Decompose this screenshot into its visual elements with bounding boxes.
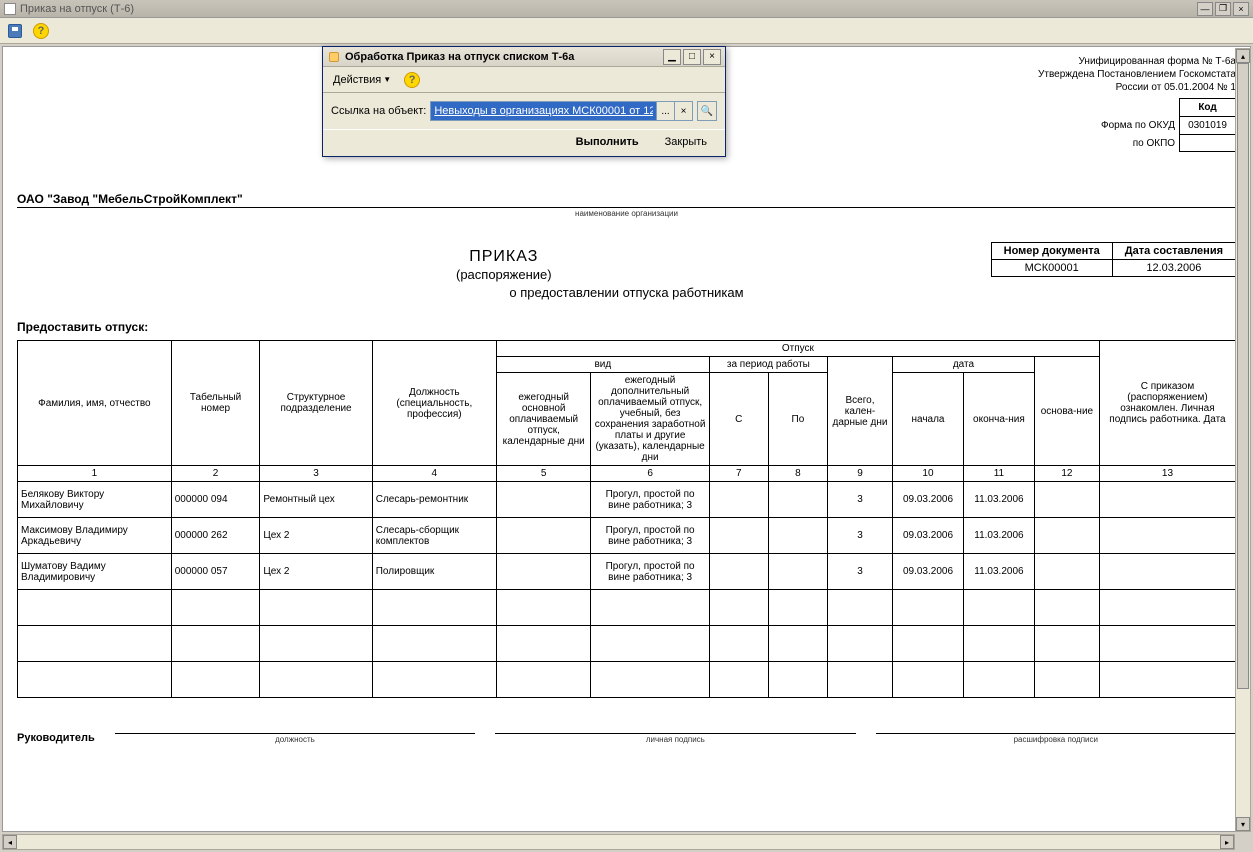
okud-label: Форма по ОКУД xyxy=(1093,117,1180,135)
dialog-footer: Выполнить Закрыть xyxy=(323,129,725,156)
th-period: за период работы xyxy=(709,357,827,373)
org-caption: наименование организации xyxy=(17,209,1236,218)
table-row: Максимову Владимиру Аркадьевичу000000 26… xyxy=(18,518,1236,554)
vertical-scrollbar[interactable]: ▴ ▾ xyxy=(1235,48,1251,832)
close-button[interactable]: Закрыть xyxy=(655,134,717,150)
horizontal-scrollbar[interactable]: ◂ ▸ xyxy=(2,834,1235,850)
dialog-maximize-button[interactable]: □ xyxy=(683,49,701,65)
dialog-icon xyxy=(327,50,341,64)
docnum-v2: 12.03.2006 xyxy=(1112,260,1235,277)
execute-button[interactable]: Выполнить xyxy=(566,134,649,150)
table-row xyxy=(18,626,1236,662)
app-icon xyxy=(4,3,16,15)
select-button[interactable]: ... xyxy=(656,102,674,120)
close-button[interactable]: × xyxy=(1233,2,1249,16)
processing-dialog: Обработка Приказ на отпуск списком Т-6а … xyxy=(322,46,726,157)
save-icon xyxy=(8,24,22,38)
docnum-h2: Дата составления xyxy=(1112,243,1235,260)
table-row: Шуматову Вадиму Владимировичу000000 057Ц… xyxy=(18,554,1236,590)
object-ref-input[interactable] xyxy=(431,102,656,120)
th-end: оконча-ния xyxy=(963,373,1034,466)
window-controls: — ❐ × xyxy=(1197,2,1249,16)
th-total: Всего, кален-дарные дни xyxy=(827,357,892,466)
th-to: По xyxy=(768,373,827,466)
main-table: Фамилия, имя, отчество Табельный номер С… xyxy=(17,340,1236,698)
grant-text: Предоставить отпуск: xyxy=(17,320,1236,334)
help-button[interactable]: ? xyxy=(30,20,52,42)
colnum-row: 12345678910111213 xyxy=(18,466,1236,482)
okpo-label: по ОКПО xyxy=(1093,135,1180,152)
main-toolbar: ? xyxy=(0,18,1253,44)
table-row xyxy=(18,662,1236,698)
org-underline xyxy=(17,207,1236,208)
object-ref-input-wrap: ... × xyxy=(430,101,693,121)
scroll-left-button[interactable]: ◂ xyxy=(3,835,17,849)
th-sign: С приказом (распоряжением) ознакомлен. Л… xyxy=(1099,341,1235,466)
okpo-value xyxy=(1180,135,1236,152)
minimize-button[interactable]: — xyxy=(1197,2,1213,16)
help-icon: ? xyxy=(33,23,49,39)
th-annual-main: ежегодный основной оплачиваемый отпуск, … xyxy=(496,373,591,466)
org-name: ОАО "Завод "МебельСтройКомплект" xyxy=(17,192,1236,206)
workspace: Унифицированная форма № Т-6а Утверждена … xyxy=(0,46,1253,852)
scroll-down-button[interactable]: ▾ xyxy=(1236,817,1250,831)
th-tabnum: Табельный номер xyxy=(171,341,260,466)
main-titlebar: Приказ на отпуск (Т-6) — ❐ × xyxy=(0,0,1253,18)
th-annual-add: ежегодный дополнительный оплачиваемый от… xyxy=(591,373,709,466)
maximize-button[interactable]: ❐ xyxy=(1215,2,1231,16)
th-start: начала xyxy=(893,373,964,466)
window-title: Приказ на отпуск (Т-6) xyxy=(20,3,1197,15)
code-table: Код Форма по ОКУД0301019 по ОКПО xyxy=(1093,98,1236,152)
dialog-title: Обработка Приказ на отпуск списком Т-6а xyxy=(345,51,663,63)
actions-menu-button[interactable]: Действия▼ xyxy=(327,72,397,88)
th-dept: Структурное подразделение xyxy=(260,341,372,466)
okud-value: 0301019 xyxy=(1180,117,1236,135)
document-area: Унифицированная форма № Т-6а Утверждена … xyxy=(2,46,1251,832)
table-row xyxy=(18,590,1236,626)
th-vacation: Отпуск xyxy=(496,341,1099,357)
clear-button[interactable]: × xyxy=(674,102,692,120)
object-ref-label: Ссылка на объект: xyxy=(331,105,426,117)
dialog-titlebar[interactable]: Обработка Приказ на отпуск списком Т-6а … xyxy=(323,47,725,67)
save-button[interactable] xyxy=(4,20,26,42)
dialog-close-button[interactable]: × xyxy=(703,49,721,65)
scroll-up-button[interactable]: ▴ xyxy=(1236,49,1250,63)
doc-number-table: Номер документаДата составления МСК00001… xyxy=(991,242,1236,277)
scroll-thumb[interactable] xyxy=(1237,63,1249,689)
sig-c2: личная подпись xyxy=(495,735,855,744)
th-from: С xyxy=(709,373,768,466)
table-row: Белякову Виктору Михайловичу000000 094Ре… xyxy=(18,482,1236,518)
scroll-right-button[interactable]: ▸ xyxy=(1220,835,1234,849)
search-button[interactable]: 🔍 xyxy=(697,101,717,121)
help-icon: ? xyxy=(404,72,420,88)
dialog-toolbar: Действия▼ ? xyxy=(323,67,725,93)
dialog-help-button[interactable]: ? xyxy=(401,69,423,91)
docnum-h1: Номер документа xyxy=(991,243,1112,260)
code-header: Код xyxy=(1180,99,1236,117)
sig-c3: расшифровка подписи xyxy=(876,735,1236,744)
th-fio: Фамилия, имя, отчество xyxy=(18,341,172,466)
chevron-down-icon: ▼ xyxy=(383,75,391,84)
docnum-v1: МСК00001 xyxy=(991,260,1112,277)
th-position: Должность (специальность, профессия) xyxy=(372,341,496,466)
th-basis: основа-ние xyxy=(1034,357,1099,466)
dialog-body: Ссылка на объект: ... × 🔍 xyxy=(323,93,725,129)
sig-c1: должность xyxy=(115,735,475,744)
th-date: дата xyxy=(893,357,1035,373)
search-icon: 🔍 xyxy=(701,106,713,117)
signature-label: Руководитель xyxy=(17,732,95,744)
doc-subtitle2: о предоставлении отпуска работникам xyxy=(17,284,1236,302)
signature-line: Руководитель должность личная подпись ра… xyxy=(17,720,1236,744)
dialog-minimize-button[interactable]: ▁ xyxy=(663,49,681,65)
th-kind: вид xyxy=(496,357,709,373)
